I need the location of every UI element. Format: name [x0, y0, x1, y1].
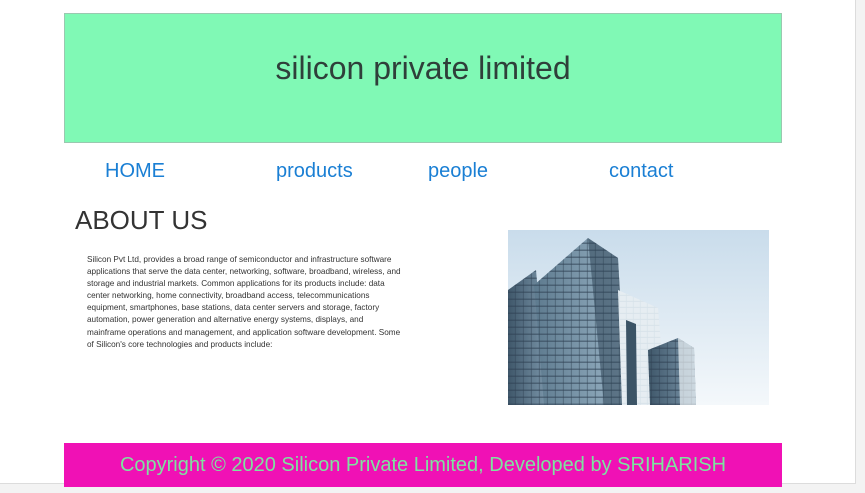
office-building-icon	[508, 230, 769, 405]
nav-contact-link[interactable]: contact	[609, 160, 673, 183]
about-heading: ABOUT US	[75, 205, 208, 235]
site-title: silicon private limited	[275, 50, 571, 86]
page: silicon private limited HOME products pe…	[0, 0, 856, 487]
building-photo	[508, 230, 769, 405]
site-header: silicon private limited	[64, 13, 782, 143]
site-footer: Copyright © 2020 Silicon Private Limited…	[64, 443, 782, 487]
copyright-text: Copyright © 2020 Silicon Private Limited…	[119, 454, 727, 476]
about-paragraph: Silicon Pvt Ltd, provides a broad range …	[87, 255, 401, 349]
nav-people-link[interactable]: people	[428, 160, 488, 183]
nav-products-link[interactable]: products	[276, 160, 353, 183]
nav-home-link[interactable]: HOME	[105, 160, 165, 183]
